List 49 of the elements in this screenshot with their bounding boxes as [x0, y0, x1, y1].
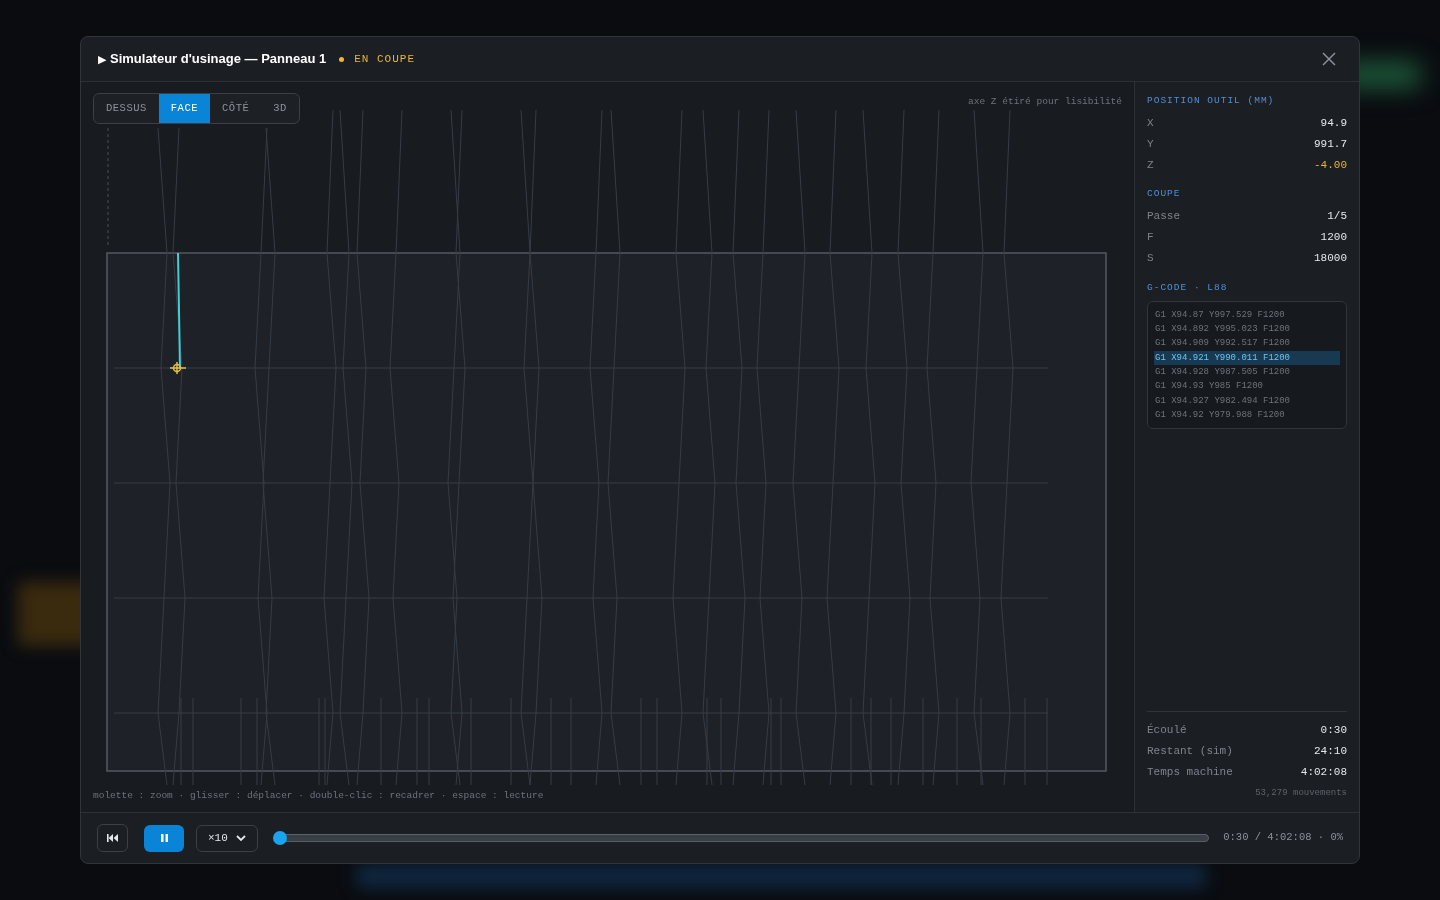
gcode-line[interactable]: G1 X94.892 Y995.023 F1200 [1154, 322, 1340, 337]
controls-hint: molette : zoom · glisser : déplacer · double-clic : recadrer · espace : lecture [93, 788, 544, 803]
gcode-line[interactable]: G1 X94.93 Y985 F1200 [1154, 379, 1340, 394]
field-label: Temps machine [1147, 764, 1233, 780]
field-label: S [1147, 250, 1154, 266]
field-value: 18000 [1314, 250, 1347, 266]
field-value: 24:10 [1314, 743, 1347, 759]
progress-track[interactable] [274, 834, 1210, 842]
view-tab[interactable]: FACE [158, 94, 211, 123]
field-label: Restant (sim) [1147, 743, 1233, 759]
section-title: POSITION OUTIL (MM) [1147, 94, 1276, 108]
time-readout: 0:30 / 4:02:08 · 0% [1223, 830, 1343, 846]
chevron-down-icon [236, 835, 246, 841]
field-label: F [1147, 229, 1154, 245]
section-title: G-CODE · L88 [1147, 280, 1229, 295]
close-button[interactable] [1322, 52, 1336, 66]
field-label: Écoulé [1147, 722, 1187, 738]
canvas-note: axe Z étiré pour lisibilité [968, 95, 1122, 109]
dialog-title: Simulateur d'usinage — Panneau 1 [110, 50, 327, 69]
speed-select[interactable]: ×10 [196, 824, 258, 852]
view-tab[interactable]: 3D [261, 94, 299, 123]
field-label: Y [1147, 136, 1154, 152]
field-value: 4:02:08 [1300, 764, 1347, 780]
rewind-button[interactable] [97, 824, 128, 852]
field-value: 1200 [1320, 229, 1347, 245]
moves-count: 53,279 mouvements [1255, 786, 1347, 800]
tool-crosshair-icon [169, 361, 187, 375]
skip-back-icon [107, 834, 118, 842]
view-tab[interactable]: DESSUS [94, 94, 159, 123]
gcode-line[interactable]: G1 X94.928 Y987.505 F1200 [1154, 364, 1340, 380]
progress-thumb[interactable] [273, 831, 287, 845]
field-label: X [1147, 115, 1154, 131]
gcode-line[interactable]: G1 X94.92 Y979.988 F1200 [1154, 407, 1340, 423]
gcode-line[interactable]: G1 X94.927 Y982.494 F1200 [1154, 393, 1340, 408]
view-tab[interactable]: CÔTÉ [210, 94, 262, 123]
gcode-line[interactable]: G1 X94.909 Y992.517 F1200 [1154, 336, 1340, 351]
field-value: 1/5 [1327, 208, 1347, 224]
play-icon: ▶ [98, 50, 106, 68]
field-label: Z [1147, 157, 1154, 173]
field-value: -4.00 [1314, 157, 1347, 173]
section-title: COUPE [1147, 187, 1182, 202]
field-value: 991.7 [1314, 136, 1347, 152]
pause-button[interactable] [144, 824, 184, 852]
gcode-line[interactable]: G1 X94.87 Y997.529 F1200 [1154, 307, 1340, 323]
field-label: Passe [1147, 208, 1180, 224]
status-label: EN COUPE [354, 51, 415, 67]
field-value: 0:30 [1320, 722, 1347, 738]
close-icon [1322, 52, 1336, 66]
field-value: 94.9 [1320, 115, 1347, 131]
